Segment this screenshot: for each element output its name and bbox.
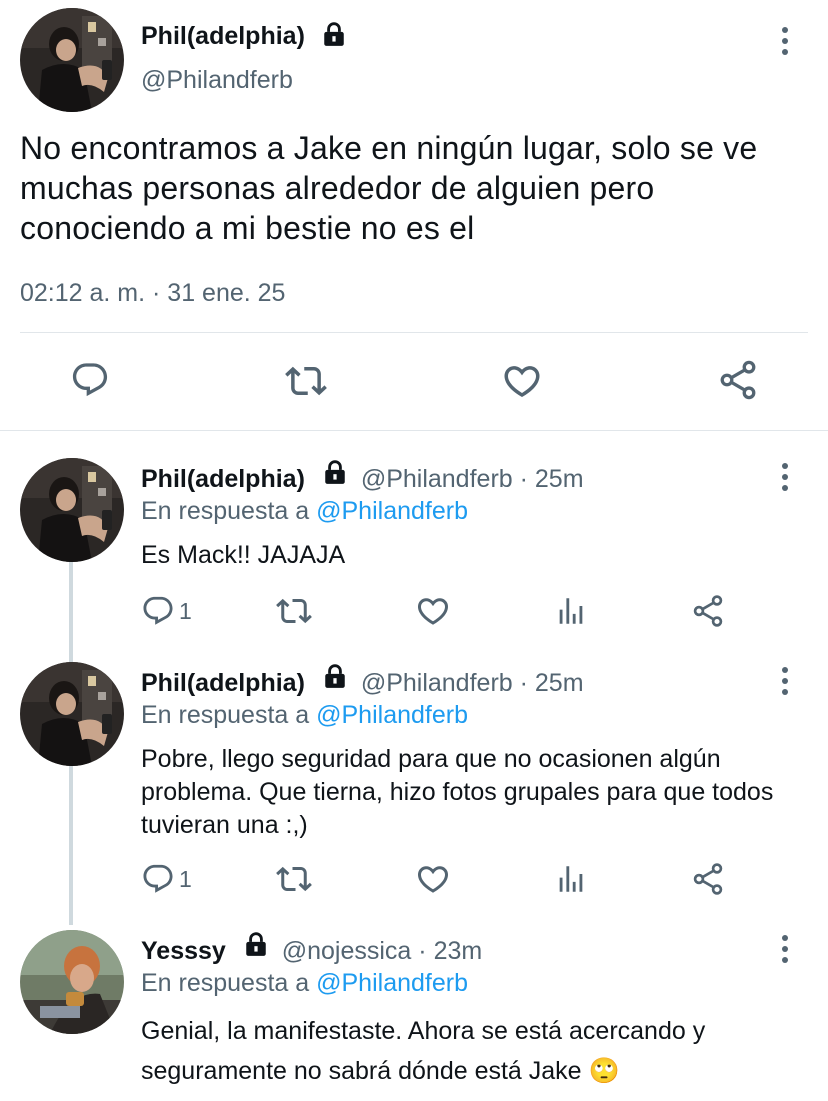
reply-text: Genial, la manifestaste. Ahora se está a… — [141, 1017, 706, 1085]
reply-header: Yesssy @nojessica · 23m — [141, 935, 482, 969]
reply-author-name[interactable]: Yesssy — [141, 937, 226, 965]
reply-icon[interactable] — [70, 360, 110, 405]
in-reply-prefix: En respuesta a — [141, 701, 310, 729]
reply-button[interactable]: 1 — [141, 862, 192, 896]
retweet-icon[interactable] — [276, 593, 312, 634]
reply-time: 25m — [534, 465, 584, 493]
in-reply-to: En respuesta a @Philandferb — [141, 495, 468, 527]
lock-icon — [243, 931, 269, 965]
lock-icon — [321, 21, 347, 52]
in-reply-prefix: En respuesta a — [141, 497, 310, 525]
in-reply-to: En respuesta a @Philandferb — [141, 967, 468, 999]
reply-text: Es Mack!! JAJAJA — [141, 541, 346, 569]
divider — [20, 332, 808, 333]
reply-time: 25m — [534, 669, 584, 697]
like-icon[interactable] — [415, 593, 451, 634]
in-reply-handle[interactable]: @Philandferb — [316, 497, 468, 525]
reply-handle[interactable]: @Philandferb — [361, 465, 513, 493]
reply-header: Phil(adelphia) @Philandferb · 25m — [141, 463, 584, 497]
author-name[interactable]: Phil(adelphia) — [141, 22, 305, 50]
in-reply-prefix: En respuesta a — [141, 969, 310, 997]
author-name-row: Phil(adelphia) — [141, 22, 347, 55]
views-icon[interactable] — [554, 594, 588, 633]
more-options-icon[interactable] — [779, 462, 791, 497]
reply-header: Phil(adelphia) @Philandferb · 25m — [141, 667, 584, 701]
reply-avatar[interactable] — [20, 662, 124, 766]
section-divider — [0, 430, 828, 431]
more-options-icon[interactable] — [779, 934, 791, 969]
reply-time: 23m — [433, 937, 483, 965]
reply-count: 1 — [179, 597, 192, 624]
like-icon[interactable] — [415, 861, 451, 902]
in-reply-handle[interactable]: @Philandferb — [316, 701, 468, 729]
share-icon[interactable] — [690, 861, 726, 902]
tweet-timestamp: 02:12 a. m. · 31 ene. 25 — [20, 279, 286, 307]
author-handle[interactable]: @Philandferb — [141, 66, 293, 95]
retweet-icon[interactable] — [276, 861, 312, 902]
separator: · — [411, 937, 434, 965]
reply-count: 1 — [179, 865, 192, 892]
separator: · — [512, 669, 535, 697]
reply-handle[interactable]: @Philandferb — [361, 669, 513, 697]
reply-author-name[interactable]: Phil(adelphia) — [141, 669, 305, 697]
reply-text: Pobre, llego seguridad para que no ocasi… — [141, 745, 774, 839]
separator: · — [512, 465, 535, 493]
share-icon[interactable] — [716, 358, 760, 407]
tweet-text: No encontramos a Jake en ningún lugar, s… — [20, 130, 758, 246]
more-options-icon[interactable] — [779, 26, 791, 61]
reply-avatar[interactable] — [20, 930, 124, 1034]
views-icon[interactable] — [554, 862, 588, 901]
in-reply-handle[interactable]: @Philandferb — [316, 969, 468, 997]
like-icon[interactable] — [500, 360, 544, 407]
author-avatar[interactable] — [20, 8, 124, 112]
in-reply-to: En respuesta a @Philandferb — [141, 699, 468, 731]
reply-handle[interactable]: @nojessica — [282, 937, 412, 965]
reply-button[interactable]: 1 — [141, 594, 192, 628]
reply-icon — [141, 862, 175, 896]
reply-avatar[interactable] — [20, 458, 124, 562]
retweet-icon[interactable] — [284, 360, 328, 407]
lock-icon — [322, 663, 348, 697]
share-icon[interactable] — [690, 593, 726, 634]
more-options-icon[interactable] — [779, 666, 791, 701]
lock-icon — [322, 459, 348, 493]
reply-author-name[interactable]: Phil(adelphia) — [141, 465, 305, 493]
reply-icon — [141, 594, 175, 628]
